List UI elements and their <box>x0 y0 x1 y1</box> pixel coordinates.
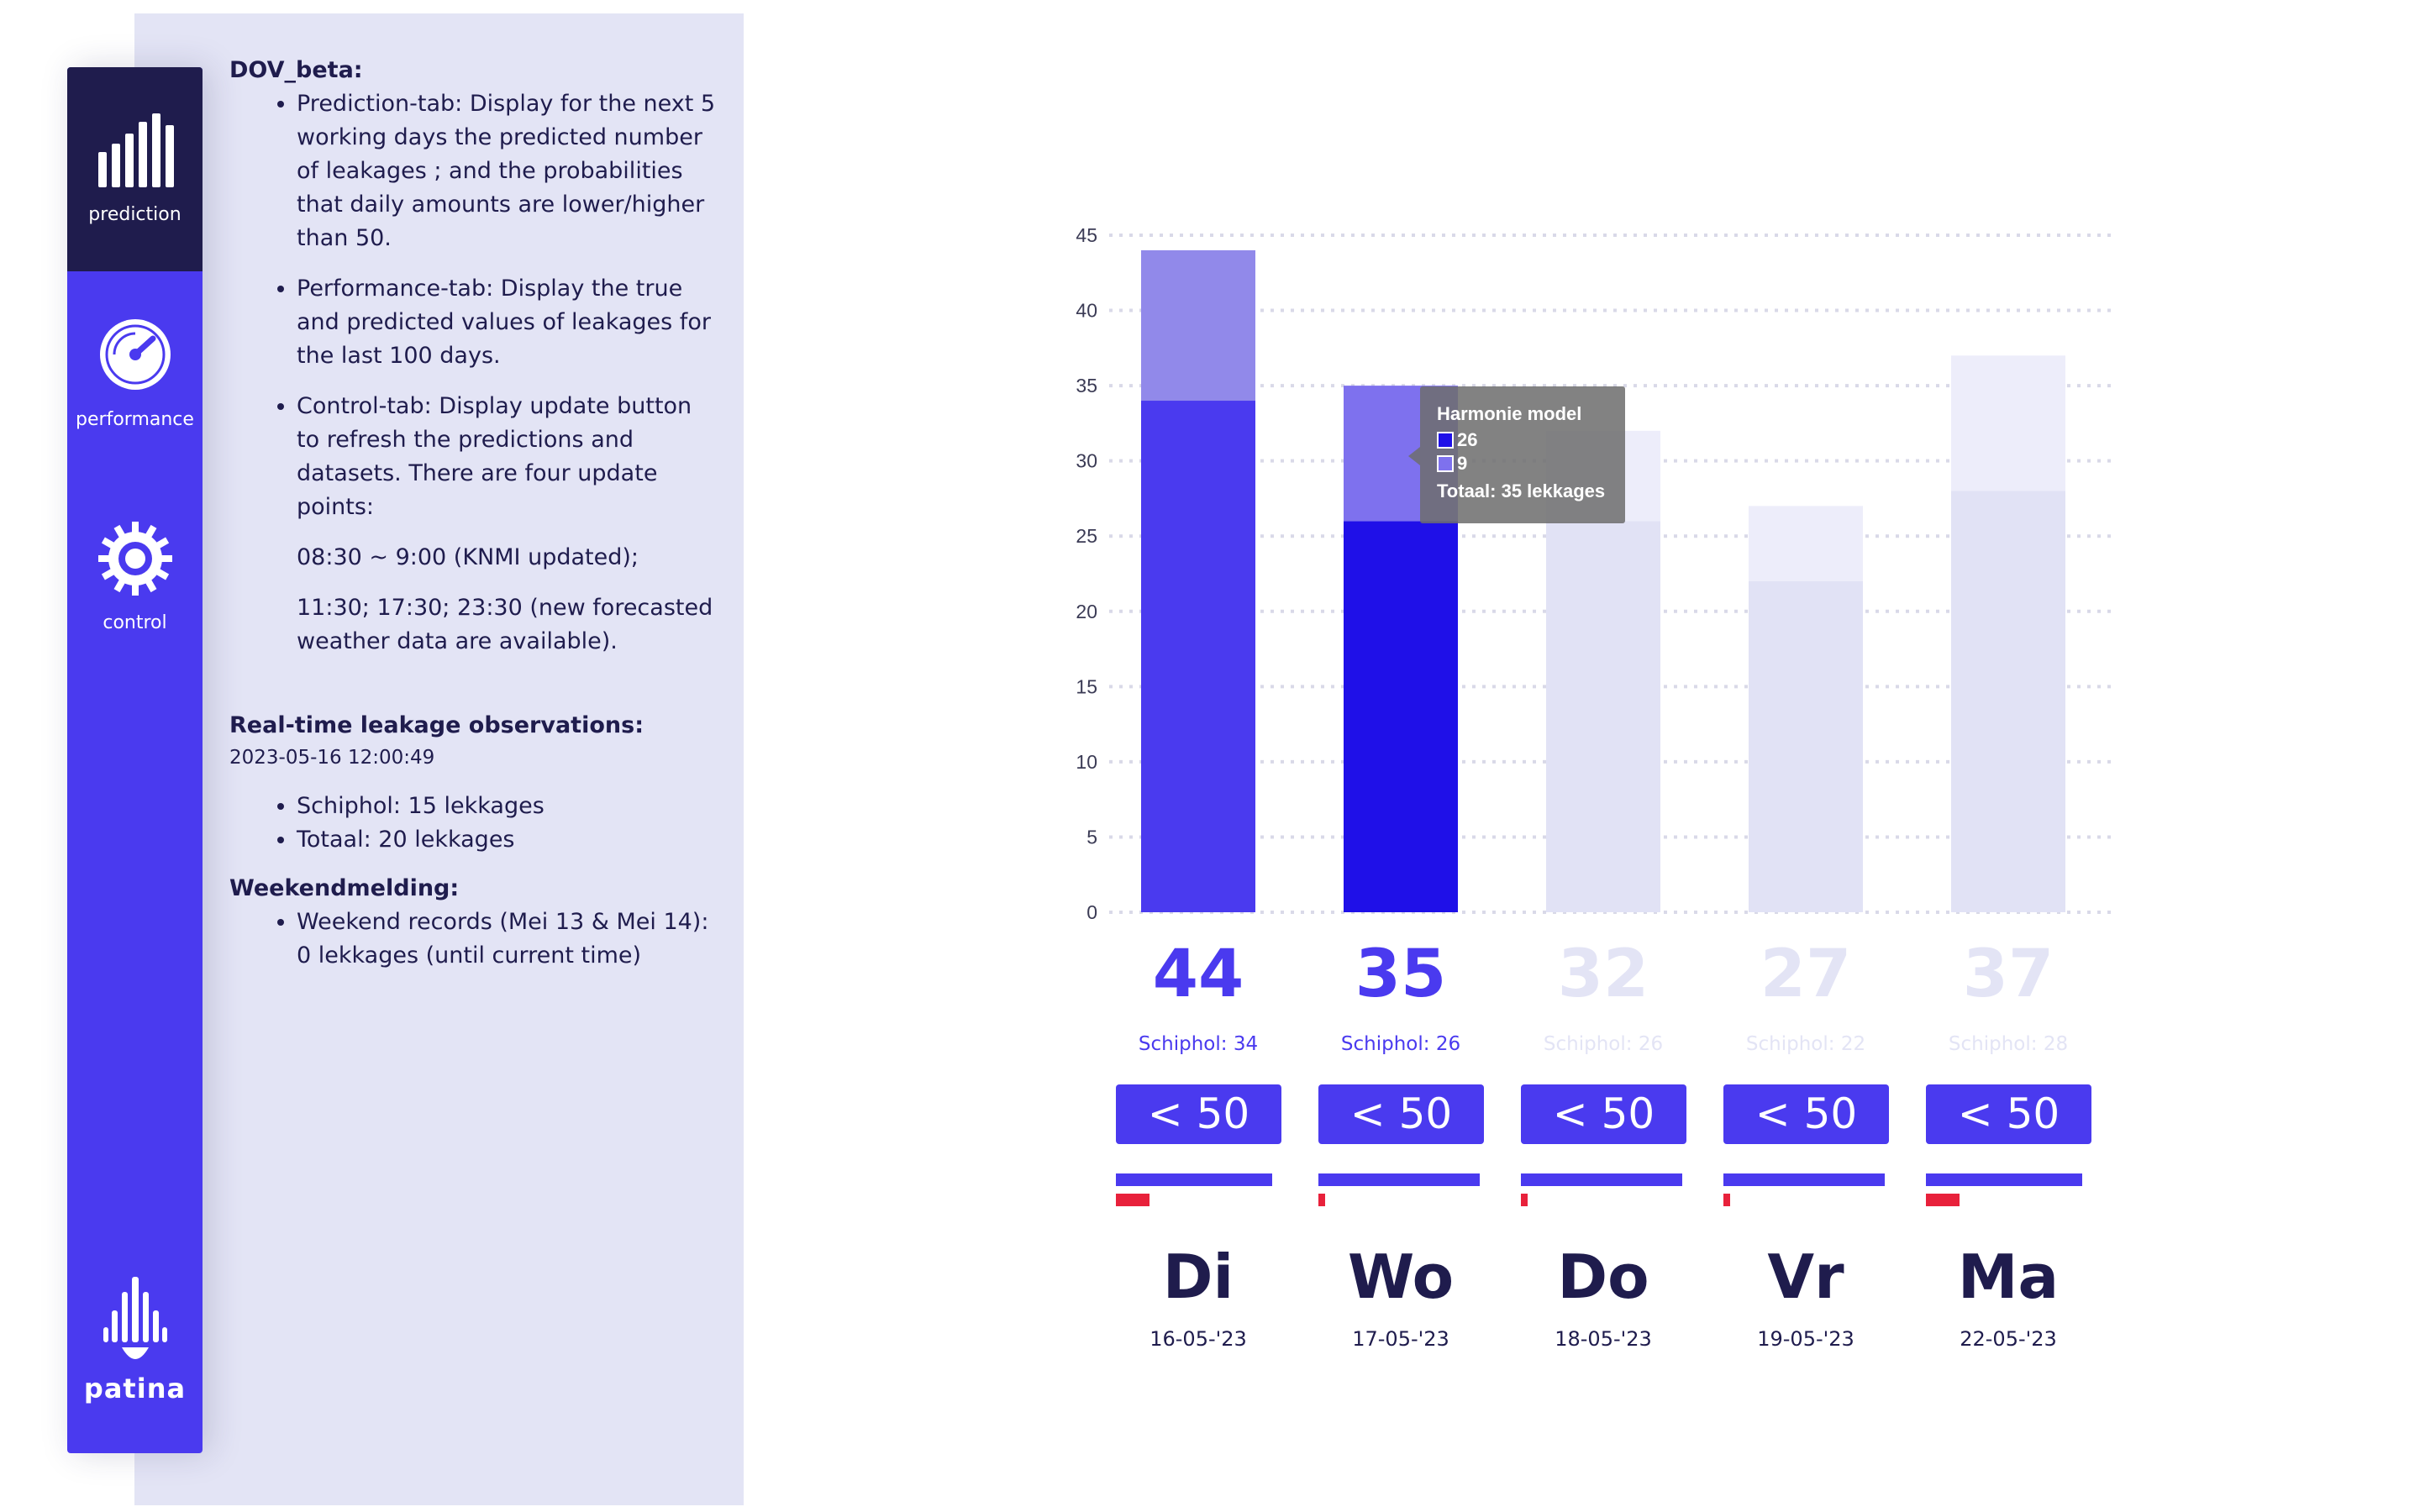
day-name: Vr <box>1767 1242 1844 1312</box>
day-date: 17-05-'23 <box>1352 1327 1449 1351</box>
probability-low-bar <box>1926 1173 2082 1186</box>
y-tick-label: 15 <box>1076 675 1097 697</box>
tooltip-total: Totaal: 35 lekkages <box>1437 480 1606 501</box>
tooltip-arrow <box>1408 447 1420 465</box>
tooltip-swatch-2 <box>1437 455 1454 472</box>
y-tick-label: 20 <box>1076 601 1097 622</box>
probability-low-bar <box>1723 1173 1885 1186</box>
day-total: 44 <box>1152 937 1244 1012</box>
tooltip-value-2: 9 <box>1457 453 1468 474</box>
probability-high-bar <box>1318 1194 1325 1206</box>
day-date: 18-05-'23 <box>1555 1327 1652 1351</box>
y-tick-label: 0 <box>1086 901 1097 923</box>
tooltip-row-2: 9 <box>1437 452 1625 475</box>
probability-low-bar <box>1318 1173 1480 1186</box>
bar-schiphol-vr[interactable] <box>1749 580 1863 912</box>
day-schiphol: Schiphol: 34 <box>1138 1033 1259 1055</box>
probability-badge[interactable]: < 50 <box>1926 1084 2091 1144</box>
day-name: Di <box>1162 1242 1234 1312</box>
day-name: Do <box>1557 1242 1649 1312</box>
bar-rest-vr[interactable] <box>1749 506 1863 581</box>
y-tick-label: 10 <box>1076 751 1097 773</box>
bar-schiphol-wo[interactable] <box>1344 521 1458 912</box>
day-schiphol: Schiphol: 28 <box>1948 1033 2069 1055</box>
bar-rest-di[interactable] <box>1141 249 1255 402</box>
tooltip-swatch-1 <box>1437 432 1454 449</box>
tooltip-row-1: 26 <box>1437 428 1625 452</box>
day-date: 22-05-'23 <box>1960 1327 2057 1351</box>
y-tick-label: 30 <box>1076 450 1097 472</box>
probability-low-bar <box>1521 1173 1682 1186</box>
probability-low-bar <box>1116 1173 1272 1186</box>
bar-schiphol-do[interactable] <box>1546 521 1660 912</box>
y-tick-label: 45 <box>1076 224 1097 246</box>
day-schiphol: Schiphol: 22 <box>1745 1033 1866 1055</box>
probability-high-bar <box>1723 1194 1730 1206</box>
day-total: 32 <box>1557 937 1649 1012</box>
probability-badge[interactable]: < 50 <box>1723 1084 1889 1144</box>
day-date: 16-05-'23 <box>1150 1327 1247 1351</box>
tooltip-title: Harmonie model <box>1437 403 1582 424</box>
bar-schiphol-ma[interactable] <box>1951 491 2065 912</box>
y-tick-label: 35 <box>1076 375 1097 396</box>
y-tick-label: 40 <box>1076 300 1097 322</box>
bar-rest-ma[interactable] <box>1951 355 2065 491</box>
day-total: 27 <box>1760 937 1852 1012</box>
y-tick-label: 25 <box>1076 525 1097 547</box>
day-name: Ma <box>1957 1242 2060 1312</box>
y-tick-label: 5 <box>1086 826 1097 848</box>
day-total: 37 <box>1962 937 2054 1012</box>
probability-badge[interactable]: < 50 <box>1116 1084 1281 1144</box>
day-date: 19-05-'23 <box>1757 1327 1854 1351</box>
probability-high-bar <box>1521 1194 1528 1206</box>
probability-badge[interactable]: < 50 <box>1521 1084 1686 1144</box>
probability-high-bar <box>1926 1194 1960 1206</box>
probability-badge[interactable]: < 50 <box>1318 1084 1484 1144</box>
probability-high-bar <box>1116 1194 1150 1206</box>
tooltip-value-1: 26 <box>1457 429 1478 450</box>
day-name: Wo <box>1347 1242 1455 1312</box>
bar-schiphol-di[interactable] <box>1141 401 1255 912</box>
day-total: 35 <box>1355 937 1447 1012</box>
day-schiphol: Schiphol: 26 <box>1340 1033 1461 1055</box>
day-schiphol: Schiphol: 26 <box>1543 1033 1664 1055</box>
chart-tooltip: Harmonie model 26 9 Totaal: 35 lekkages <box>1420 386 1625 523</box>
